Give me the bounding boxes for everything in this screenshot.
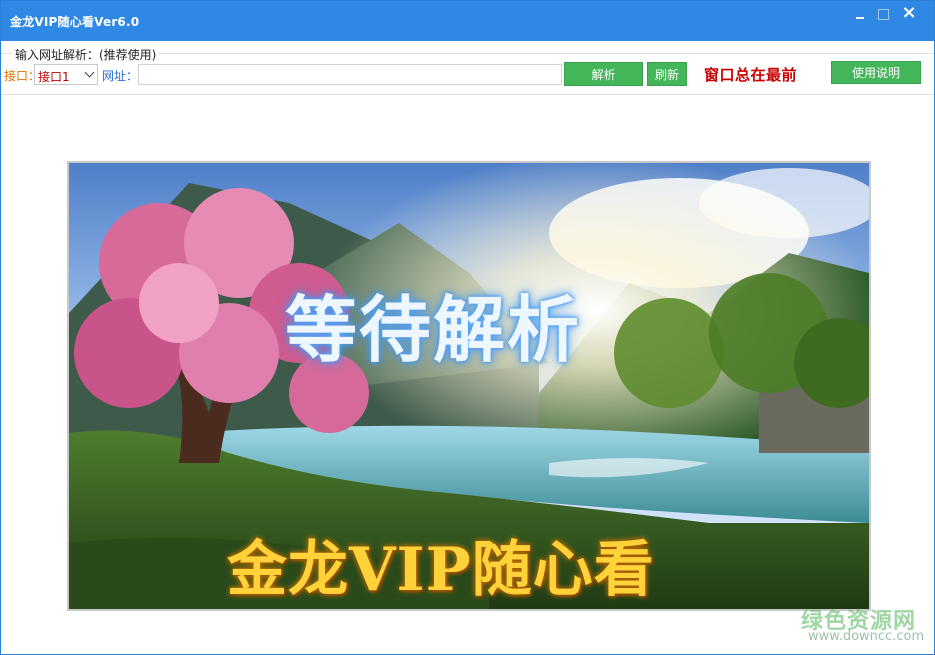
watermark-url: www.downcc.com [808,629,925,644]
parse-button[interactable]: 解析 [564,62,643,86]
help-button[interactable]: 使用说明 [831,61,921,84]
waiting-status-text: 等待解析 [285,287,582,372]
interface-select[interactable]: 接口1 [34,64,98,85]
interface-select-value: 接口1 [38,70,70,84]
minimize-icon[interactable] [851,5,869,23]
main-window: 金龙VIP随心看Ver6.0 × 输入网址解析：(推荐使用) 接口： 接口1 网… [0,0,935,655]
title-bar: 金龙VIP随心看Ver6.0 × [1,1,934,41]
refresh-button[interactable]: 刷新 [647,62,687,86]
group-title: 输入网址解析：(推荐使用) [12,46,160,63]
url-input[interactable] [138,64,562,85]
url-label: 网址： [102,69,139,83]
chevron-down-icon [84,67,95,78]
brand-banner-text: 金龙VIP随心看 [227,535,655,605]
window-title: 金龙VIP随心看Ver6.0 [10,15,140,29]
player-area[interactable]: 等待解析 金龙VIP随心看 [67,161,871,611]
always-on-top-toggle[interactable]: 窗口总在最前 [704,64,797,85]
close-icon[interactable]: × [900,4,918,23]
maximize-icon[interactable] [874,5,892,23]
